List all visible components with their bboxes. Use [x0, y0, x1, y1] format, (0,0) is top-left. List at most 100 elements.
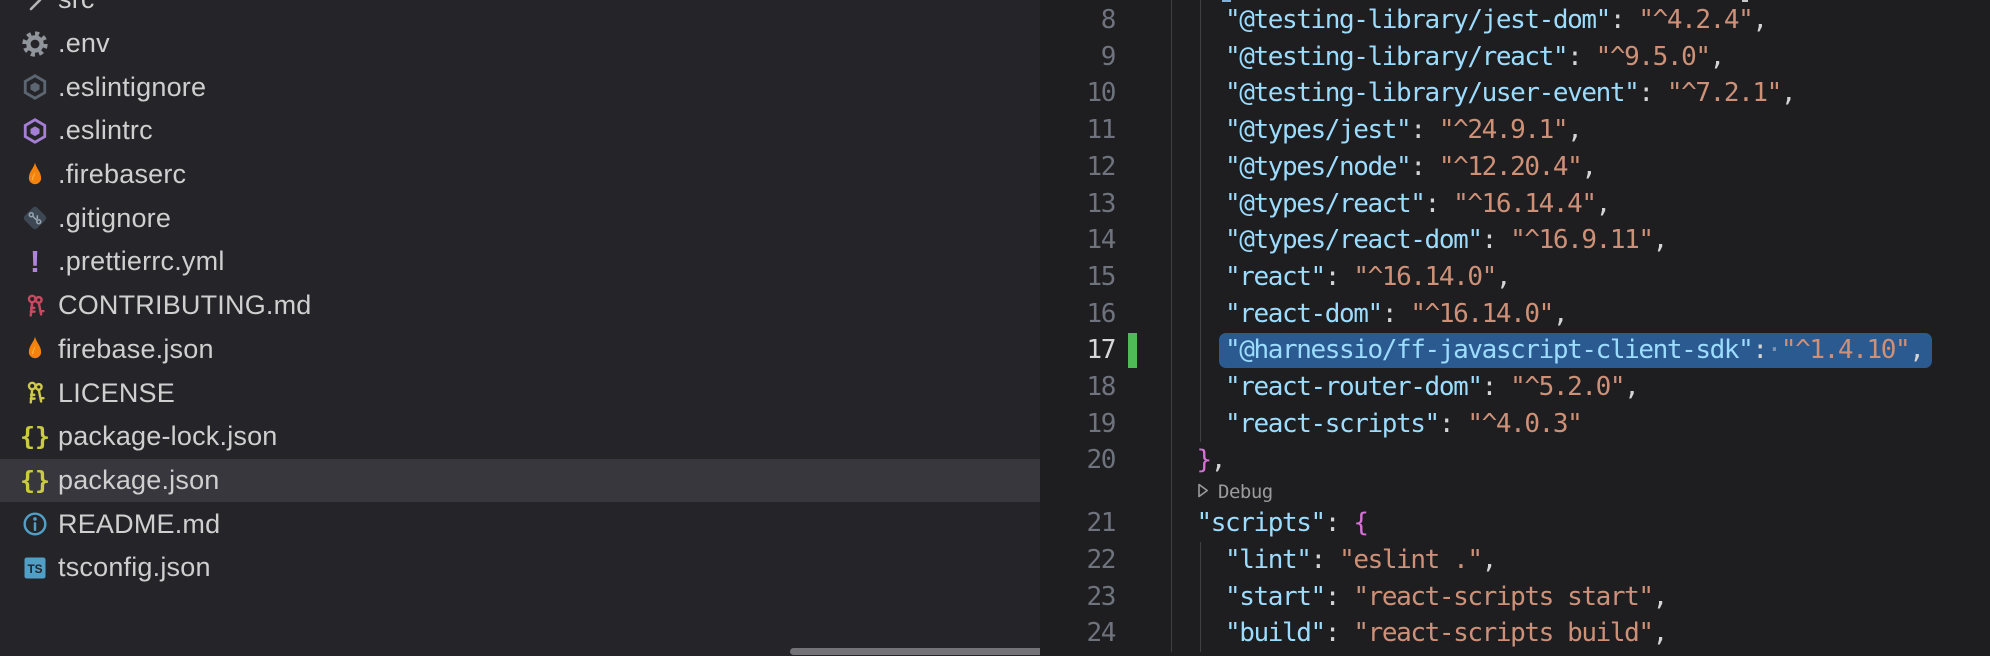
sidebar-item-contributing-md[interactable]: CONTRIBUTING.md — [0, 284, 1040, 328]
line-number-22[interactable]: 22 — [1040, 542, 1115, 579]
vscode-window: src .env.eslintignore .eslintrc .firebaserc… — [0, 0, 1990, 656]
colon: : — [1482, 372, 1511, 402]
code-line-13[interactable]: "@types/react": "^16.14.4", — [1168, 186, 1610, 223]
sidebar-item-gitignore[interactable]: .gitignore — [0, 196, 1040, 240]
line-number-13[interactable]: 13 — [1040, 186, 1115, 223]
comma: , — [1553, 299, 1567, 329]
code-line-24[interactable]: "build": "react-scripts build", — [1168, 615, 1667, 652]
sidebar-item-eslintrc[interactable]: .eslintrc — [0, 109, 1040, 153]
json-value: "eslint ." — [1339, 545, 1482, 575]
line-number-24[interactable]: 24 — [1040, 615, 1115, 652]
colon: : — [1325, 508, 1354, 538]
line-number-8[interactable]: 8 — [1040, 2, 1115, 39]
code-line-16[interactable]: "react-dom": "^16.14.0", — [1168, 296, 1567, 333]
colon: : — [1752, 335, 1766, 365]
code-line-20[interactable]: }, — [1168, 442, 1225, 479]
comma: , — [1653, 225, 1667, 255]
json-key: "@testing-library/user-event" — [1225, 78, 1638, 108]
indent — [1168, 225, 1225, 255]
colon: : — [1410, 115, 1439, 145]
line-number-21[interactable]: 21 — [1040, 505, 1115, 542]
code-line-10[interactable]: "@testing-library/user-event": "^7.2.1", — [1168, 75, 1795, 112]
eslint-gray-icon — [16, 68, 54, 106]
sidebar-item-eslintignore[interactable]: .eslintignore — [0, 65, 1040, 109]
indent — [1168, 445, 1197, 475]
line-number-12[interactable]: 12 — [1040, 149, 1115, 186]
codelens-debug-action[interactable]: Debug — [1197, 479, 1273, 505]
file-name: src — [58, 0, 95, 15]
file-name: .eslintrc — [58, 115, 153, 146]
colon: : — [1567, 42, 1596, 72]
colon: : — [1325, 582, 1354, 612]
code-line-19[interactable]: "react-scripts": "^4.0.3" — [1168, 406, 1581, 443]
chevron-right-icon — [16, 0, 54, 19]
colon: : — [1325, 262, 1354, 292]
comma: , — [1752, 5, 1766, 35]
json-key: "@types/react-dom" — [1225, 225, 1482, 255]
comma: , — [1567, 115, 1581, 145]
line-number-19[interactable]: 19 — [1040, 406, 1115, 443]
firebase-icon — [16, 156, 54, 194]
code-line-23[interactable]: "start": "react-scripts start", — [1168, 579, 1667, 616]
json-key: "react-router-dom" — [1225, 372, 1482, 402]
line-number-17[interactable]: 17 — [1040, 332, 1115, 369]
colon: : — [1610, 5, 1639, 35]
indent — [1168, 372, 1225, 402]
line-number-10[interactable]: 10 — [1040, 75, 1115, 112]
code-line-8[interactable]: "@testing-library/jest-dom": "^4.2.4", — [1168, 2, 1767, 39]
file-name: package.json — [58, 465, 220, 496]
comma: , — [1211, 445, 1225, 475]
line-number-18[interactable]: 18 — [1040, 369, 1115, 406]
indent — [1168, 508, 1197, 538]
json-value: "^16.14.0" — [1353, 262, 1496, 292]
json-key: "start" — [1225, 582, 1325, 612]
sidebar-item-license[interactable]: LICENSE — [0, 371, 1040, 415]
code-line-9[interactable]: "@testing-library/react": "^9.5.0", — [1168, 39, 1724, 76]
code-line-11[interactable]: "@types/jest": "^24.9.1", — [1168, 112, 1581, 149]
sidebar-item-readme-md[interactable]: README.md — [0, 502, 1040, 546]
line-number-15[interactable]: 15 — [1040, 259, 1115, 296]
sidebar-item-package-lock-json[interactable]: {}package-lock.json — [0, 415, 1040, 459]
file-name: CONTRIBUTING.md — [58, 290, 312, 321]
colon: : — [1482, 225, 1511, 255]
opening-brace: { — [1353, 508, 1367, 538]
file-name: firebase.json — [58, 334, 214, 365]
comma: , — [1496, 262, 1510, 292]
line-number-11[interactable]: 11 — [1040, 112, 1115, 149]
indent — [1168, 618, 1225, 648]
sidebar-item-src[interactable]: src — [0, 0, 1040, 22]
code-line-21[interactable]: "scripts": { — [1168, 505, 1368, 542]
code-line-15[interactable]: "react": "^16.14.0", — [1168, 259, 1510, 296]
json-value: "^1.4.10" — [1781, 335, 1909, 365]
gear-icon — [16, 25, 54, 63]
sidebar-horizontal-scrollbar[interactable] — [790, 648, 1082, 655]
code-line-12[interactable]: "@types/node": "^12.20.4", — [1168, 149, 1596, 186]
sidebar-item-tsconfig-json[interactable]: TStsconfig.json — [0, 546, 1040, 590]
line-number-20[interactable]: 20 — [1040, 442, 1115, 479]
sidebar-item-env[interactable]: .env — [0, 22, 1040, 66]
indent — [1168, 409, 1225, 439]
json-value: "^16.14.4" — [1453, 189, 1596, 219]
line-number-14[interactable]: 14 — [1040, 222, 1115, 259]
code-line-18[interactable]: "react-router-dom": "^5.2.0", — [1168, 369, 1638, 406]
comma: , — [1653, 582, 1667, 612]
json-key: "@types/jest" — [1225, 115, 1410, 145]
sidebar-item-prettierrc-yml[interactable]: !.prettierrc.yml — [0, 240, 1040, 284]
json-key: "@harnessio/ff-javascript-client-sdk" — [1225, 335, 1752, 365]
code-line-22[interactable]: "lint": "eslint .", — [1168, 542, 1496, 579]
line-number-16[interactable]: 16 — [1040, 296, 1115, 333]
json-value: "^5.2.0" — [1510, 372, 1624, 402]
code-line-14[interactable]: "@types/react-dom": "^16.9.11", — [1168, 222, 1667, 259]
json-key: "react-dom" — [1225, 299, 1382, 329]
file-name: package-lock.json — [58, 421, 278, 452]
code-line-17[interactable]: "@harnessio/ff-javascript-client-sdk":·"… — [1168, 332, 1923, 369]
play-outline-icon — [1197, 481, 1209, 503]
json-braces-icon: {} — [16, 418, 54, 456]
svg-text:TS: TS — [27, 562, 42, 576]
line-number-23[interactable]: 23 — [1040, 579, 1115, 616]
sidebar-item-firebase-json[interactable]: firebase.json — [0, 328, 1040, 372]
line-number-9[interactable]: 9 — [1040, 39, 1115, 76]
json-braces-icon: {} — [16, 461, 54, 499]
sidebar-item-firebaserc[interactable]: .firebaserc — [0, 153, 1040, 197]
sidebar-item-package-json[interactable]: {}package.json — [0, 459, 1040, 503]
